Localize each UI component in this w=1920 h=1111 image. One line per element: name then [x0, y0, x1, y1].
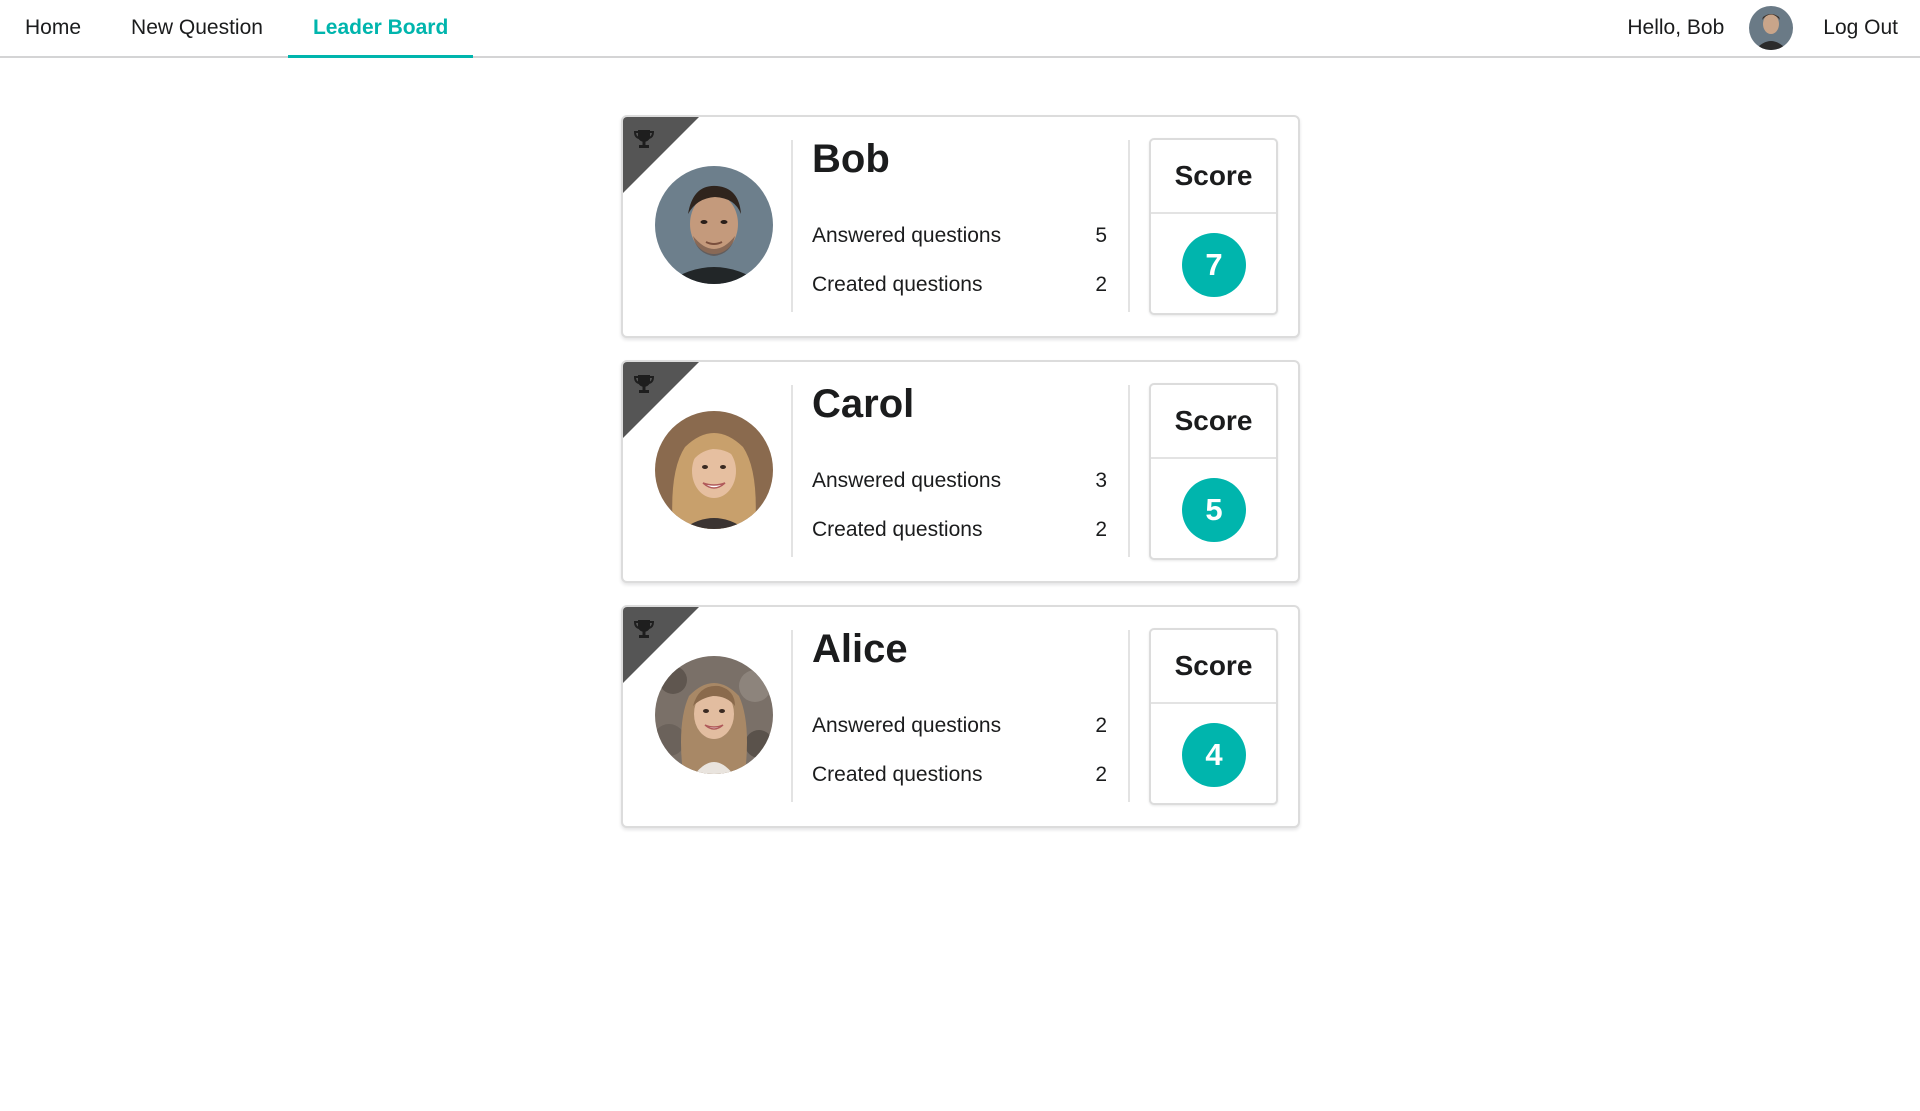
- logout-link[interactable]: Log Out: [1805, 0, 1920, 56]
- leaderboard-list: Bob Answered questions 5 Created questio…: [621, 115, 1300, 850]
- score-badge: 7: [1182, 233, 1246, 297]
- top-menu: Home New Question Leader Board Hello, Bo…: [0, 0, 1920, 58]
- answered-questions-label: Answered questions: [812, 224, 1002, 247]
- user-name: Bob: [812, 137, 890, 181]
- answered-questions-value: 3: [1095, 469, 1107, 492]
- nav-avatar-container: [1749, 0, 1805, 56]
- answered-questions-label: Answered questions: [812, 469, 1002, 492]
- created-questions-label: Created questions: [812, 763, 983, 786]
- created-questions-row: Created questions 2: [812, 763, 1107, 787]
- leaderboard-card: Carol Answered questions 3 Created quest…: [621, 360, 1300, 583]
- card-divider-left: [791, 140, 793, 312]
- trophy-icon: [632, 372, 656, 396]
- leaderboard-card: Alice Answered questions 2 Created quest…: [621, 605, 1300, 828]
- created-questions-value: 2: [1095, 273, 1107, 296]
- card-divider-left: [791, 630, 793, 802]
- score-panel: Score 5: [1149, 383, 1278, 560]
- avatar-alice: [655, 656, 773, 774]
- nav-item-home[interactable]: Home: [0, 0, 106, 56]
- leaderboard-card: Bob Answered questions 5 Created questio…: [621, 115, 1300, 338]
- score-panel: Score 7: [1149, 138, 1278, 315]
- score-badge: 4: [1182, 723, 1246, 787]
- card-divider-right: [1128, 140, 1130, 312]
- trophy-icon: [632, 127, 656, 151]
- avatar-bob: [655, 166, 773, 284]
- answered-questions-value: 2: [1095, 714, 1107, 737]
- card-divider-left: [791, 385, 793, 557]
- answered-questions-row: Answered questions 5: [812, 224, 1107, 248]
- nav-item-new-question[interactable]: New Question: [106, 0, 288, 56]
- created-questions-row: Created questions 2: [812, 518, 1107, 542]
- created-questions-label: Created questions: [812, 273, 983, 296]
- score-title: Score: [1151, 385, 1276, 459]
- nav-left-group: Home New Question Leader Board: [0, 0, 474, 58]
- score-title: Score: [1151, 140, 1276, 214]
- score-title: Score: [1151, 630, 1276, 704]
- nav-right-group: Hello, Bob Log Out: [1602, 0, 1920, 56]
- answered-questions-row: Answered questions 3: [812, 469, 1107, 493]
- nav-item-leader-board[interactable]: Leader Board: [287, 0, 474, 58]
- created-questions-value: 2: [1095, 518, 1107, 541]
- answered-questions-value: 5: [1095, 224, 1107, 247]
- created-questions-label: Created questions: [812, 518, 983, 541]
- trophy-icon: [632, 617, 656, 641]
- created-questions-value: 2: [1095, 763, 1107, 786]
- answered-questions-row: Answered questions 2: [812, 714, 1107, 738]
- score-badge: 5: [1182, 478, 1246, 542]
- card-divider-right: [1128, 630, 1130, 802]
- user-name: Carol: [812, 382, 915, 426]
- score-panel: Score 4: [1149, 628, 1278, 805]
- user-greeting: Hello, Bob: [1627, 16, 1725, 39]
- created-questions-row: Created questions 2: [812, 273, 1107, 297]
- avatar-carol: [655, 411, 773, 529]
- card-divider-right: [1128, 385, 1130, 557]
- user-name: Alice: [812, 627, 908, 671]
- user-avatar-icon: [1749, 6, 1794, 50]
- answered-questions-label: Answered questions: [812, 714, 1002, 737]
